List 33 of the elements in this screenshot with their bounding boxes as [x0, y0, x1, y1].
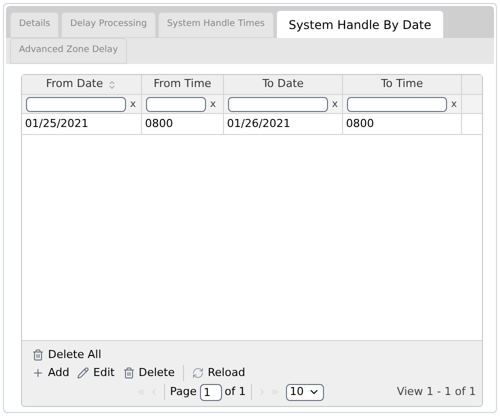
filter-field[interactable]	[146, 96, 206, 112]
edit-button[interactable]: Edit	[73, 364, 119, 382]
filter-field[interactable]	[26, 96, 126, 112]
tab[interactable]: System Handle By Date	[276, 10, 444, 38]
column-header[interactable]: To Time	[343, 75, 462, 94]
page-size-select[interactable]: 10	[286, 384, 324, 400]
column-header[interactable]: From Time	[142, 75, 224, 94]
reload-icon	[192, 367, 204, 379]
pencil-icon	[77, 367, 90, 379]
clear-filter-button[interactable]: x	[451, 96, 457, 112]
delete-button[interactable]: Delete All	[28, 346, 106, 364]
delete-button[interactable]: Delete	[118, 364, 179, 382]
page-count: of 1	[224, 384, 246, 400]
page-field[interactable]: 1	[200, 384, 222, 400]
table-cell: 01/26/2021	[224, 114, 343, 134]
trash-icon	[122, 367, 135, 379]
plus-icon	[32, 367, 44, 379]
view-records-text: View 1 - 1 of 1	[396, 384, 476, 400]
reload-button[interactable]: Reload	[188, 364, 250, 382]
table-cell: 01/25/2021	[22, 114, 142, 134]
clear-filter-button[interactable]: x	[210, 96, 216, 112]
sort-icon	[107, 80, 118, 90]
clear-filter-button[interactable]: x	[130, 96, 136, 112]
filter-field[interactable]	[228, 96, 328, 112]
page-label: Page	[170, 384, 197, 400]
trash-icon	[32, 349, 44, 361]
table-cell: 0800	[343, 114, 462, 134]
table-cell: 0800	[142, 114, 224, 134]
clear-filter-button[interactable]: x	[332, 96, 338, 112]
add-button[interactable]: Add	[28, 364, 74, 382]
column-header[interactable]: To Date	[224, 75, 343, 94]
filter-field[interactable]	[347, 96, 447, 112]
column-header[interactable]: From Date	[22, 75, 142, 94]
